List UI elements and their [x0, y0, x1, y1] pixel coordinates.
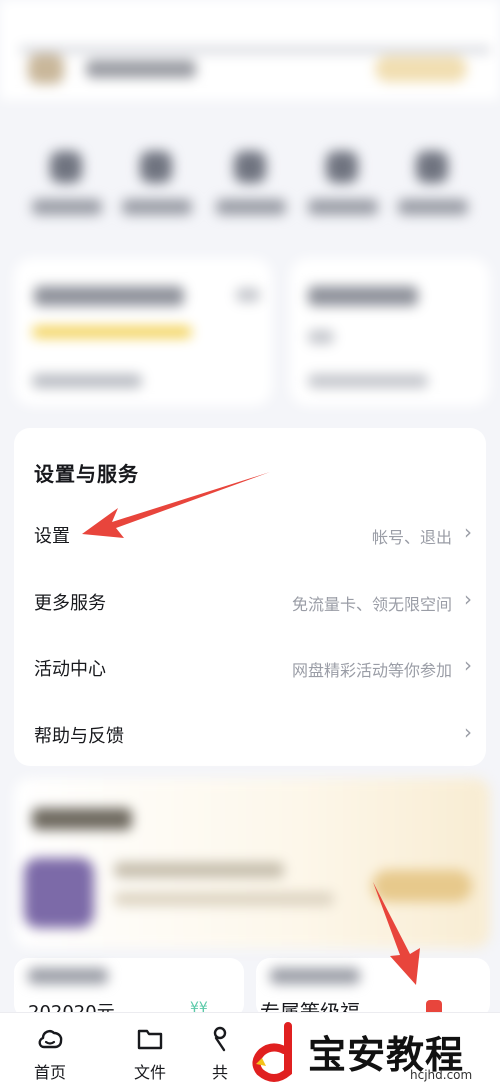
watermark-logo-icon — [252, 1022, 292, 1082]
settings-sub: 帐号、退出 — [371, 528, 452, 547]
tab-files[interactable]: 文件 — [100, 1013, 200, 1084]
settings-label: 设置 — [34, 526, 70, 547]
info-card-blurred[interactable] — [290, 258, 490, 406]
watermark-url: hcjhd.com — [410, 1068, 473, 1082]
quick-action-item[interactable] — [120, 145, 194, 225]
chevron-right-icon: › — [464, 653, 472, 677]
cloud-icon — [38, 1030, 63, 1049]
help-feedback-row[interactable]: 帮助与反馈 › — [14, 700, 486, 766]
tab-share[interactable]: 共 — [190, 1013, 250, 1084]
tab-files-label: 文件 — [133, 1063, 166, 1082]
more-services-row[interactable]: 更多服务 免流量卡、领无限空间 › — [14, 567, 486, 633]
promo-card-blurred[interactable] — [14, 778, 490, 948]
activity-center-label: 活动中心 — [34, 659, 106, 680]
chevron-right-icon: › — [464, 587, 472, 611]
tab-home-label: 首页 — [33, 1063, 66, 1082]
profile-header — [0, 0, 500, 100]
quick-action-item[interactable] — [30, 145, 104, 225]
reward-card[interactable]: 202020元 ¥¥ — [14, 958, 244, 1023]
tab-share-label: 共 — [211, 1063, 228, 1082]
activity-center-row[interactable]: 活动中心 网盘精彩活动等你参加 › — [14, 633, 486, 699]
share-icon — [213, 1026, 227, 1052]
quick-action-item[interactable] — [214, 145, 288, 225]
level-card[interactable]: 专属等级福 — [256, 958, 490, 1024]
chevron-right-icon: › — [464, 520, 472, 544]
quick-action-item[interactable] — [396, 145, 470, 225]
storage-card-blurred[interactable] — [14, 258, 272, 406]
quick-actions-row — [0, 145, 500, 225]
chevron-right-icon: › — [464, 720, 472, 744]
avatar[interactable] — [28, 54, 64, 84]
more-services-label: 更多服务 — [34, 593, 106, 614]
activity-center-sub: 网盘精彩活动等你参加 — [291, 661, 452, 680]
watermark: 宝安教程网 hcjhd.com — [250, 1022, 500, 1084]
tab-home[interactable]: 首页 — [0, 1013, 100, 1084]
vip-button-blurred[interactable] — [375, 56, 467, 82]
quick-action-item[interactable] — [306, 145, 380, 225]
settings-row[interactable]: 设置 帐号、退出 › — [14, 500, 486, 566]
settings-services-card: 设置与服务 设置 帐号、退出 › 更多服务 免流量卡、领无限空间 › 活动中心 … — [14, 428, 486, 766]
help-feedback-label: 帮助与反馈 — [34, 726, 124, 747]
section-title: 设置与服务 — [34, 462, 139, 486]
folder-icon — [137, 1029, 163, 1050]
more-services-sub: 免流量卡、领无限空间 — [291, 595, 452, 614]
user-name-blurred — [86, 60, 196, 78]
